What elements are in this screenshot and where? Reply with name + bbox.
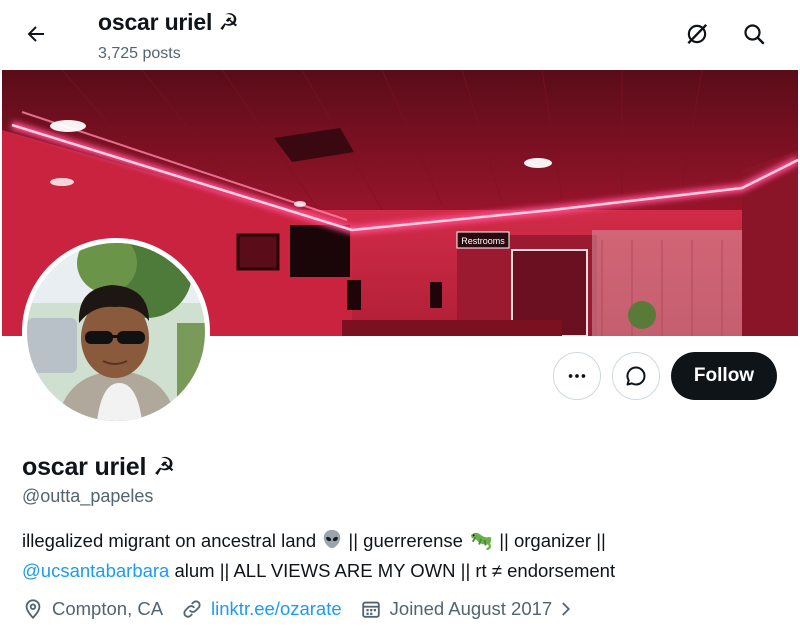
username-handle: @outta_papeles	[22, 486, 154, 506]
website-link[interactable]: linktr.ee/ozarate	[211, 598, 342, 620]
alien-icon	[321, 528, 343, 557]
bio-text: illegalized migrant on ancestral land	[22, 530, 317, 551]
profile-bio: illegalized migrant on ancestral land ||…	[22, 527, 782, 584]
bio-text: || guerrerense	[348, 530, 463, 551]
profile-avatar[interactable]	[22, 238, 210, 426]
header-title: oscar uriel ☭	[98, 9, 239, 35]
website: linktr.ee/ozarate	[181, 598, 342, 620]
restrooms-sign: Restrooms	[461, 236, 505, 246]
location-pin-icon	[25, 599, 41, 620]
lizard-icon	[468, 528, 494, 557]
grok-button[interactable]	[679, 16, 715, 52]
bio-text: alum || ALL VIEWS ARE MY OWN || rt ≠ end…	[174, 560, 616, 581]
back-arrow-icon	[27, 26, 44, 42]
calendar-icon	[361, 601, 380, 618]
location: Compton, CA	[22, 598, 163, 620]
bio-text: || organizer ||	[499, 530, 606, 551]
profile-header-bar: oscar uriel ☭ 3,725 posts	[0, 0, 800, 70]
back-button[interactable]	[18, 16, 54, 52]
chevron-right-icon	[562, 602, 571, 616]
join-date-text: Joined August 2017	[389, 598, 553, 619]
search-button[interactable]	[736, 16, 772, 52]
message-button[interactable]	[612, 352, 660, 400]
message-icon	[626, 366, 646, 386]
grok-icon	[687, 23, 708, 45]
location-text: Compton, CA	[52, 598, 164, 619]
more-horizontal-icon	[568, 374, 586, 378]
avatar-image	[27, 243, 205, 421]
display-name: oscar uriel ☭	[22, 453, 176, 481]
join-date[interactable]: Joined August 2017	[360, 598, 575, 620]
profile-meta: Compton, CA linktr.ee/ozarate Joined Aug…	[22, 596, 592, 622]
link-icon	[183, 600, 201, 618]
search-icon	[744, 24, 765, 45]
follow-button[interactable]: Follow	[671, 352, 777, 400]
more-button[interactable]	[553, 352, 601, 400]
bio-mention-link[interactable]: @ucsantabarbara	[22, 560, 169, 581]
post-count: 3,725 posts	[98, 45, 181, 62]
